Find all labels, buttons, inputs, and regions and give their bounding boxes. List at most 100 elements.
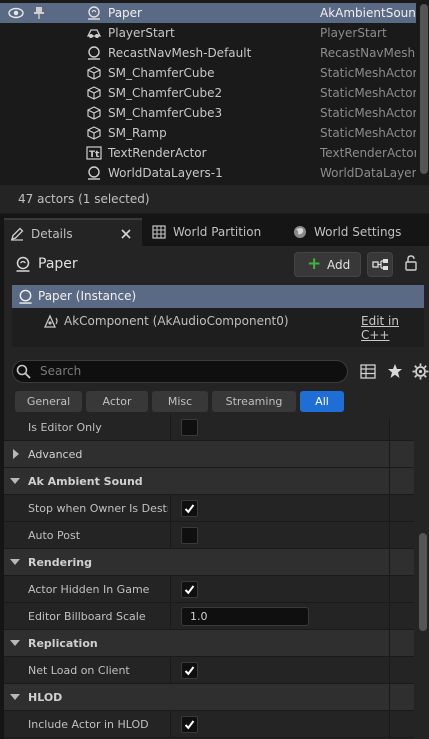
add-component-button[interactable]: + Add [294,252,361,277]
outliner-row-paper[interactable]: Paper AkAmbientSound [0,3,416,23]
tab-world-settings[interactable]: World Settings [287,218,429,246]
column-separator [170,603,171,630]
pin-icon[interactable] [32,6,46,20]
property-label: Stop when Owner Is Destroyed [28,502,168,515]
property-label: Auto Post [28,529,81,542]
lock-icon[interactable] [404,255,418,271]
category-rendering[interactable]: Rendering [4,549,414,576]
outliner-row-name: Paper [108,6,142,20]
plus-icon: + [307,254,322,274]
gear-icon[interactable] [412,363,429,380]
outliner-row-sm-chamfercube2[interactable]: SM_ChamferCube2 StaticMeshActor [0,83,416,103]
tab-details-label: Details [31,227,73,241]
outliner-row-sm-ramp[interactable]: SM_Ramp StaticMeshActor [0,123,416,143]
collapse-arrow-icon [10,694,20,700]
outliner-row-textrenderactor[interactable]: Tt TextRenderActor TextRenderActor [0,143,416,163]
category-ak-ambient-sound[interactable]: Ak Ambient Sound [4,468,414,495]
ambient-sound-icon [19,289,32,304]
column-separator [170,576,171,603]
outliner-row-sm-chamfercube3[interactable]: SM_ChamferCube3 StaticMeshActor [0,103,416,123]
blueprint-button[interactable] [367,252,393,277]
category-hlod[interactable]: HLOD [4,684,414,711]
outliner-row-name: WorldDataLayers-1 [108,166,223,180]
globe-icon [294,226,306,238]
filter-misc[interactable]: Misc [152,391,208,412]
outliner-row-worlddatalayers[interactable]: WorldDataLayers-1 WorldDataLayers [0,163,416,183]
category-advanced[interactable]: Advanced [4,441,414,468]
details-scrollbar[interactable] [419,533,427,631]
property-label: Actor Hidden In Game [28,583,150,596]
filter-all[interactable]: All [300,391,344,412]
outliner-row-recastnavmesh[interactable]: RecastNavMesh-Default RecastNavMesh [0,43,416,63]
outliner-row-playerstart[interactable]: PlayerStart PlayerStart [0,23,416,43]
text-render-icon: Tt [86,146,102,160]
pencil-icon [11,227,24,241]
column-separator [170,495,171,522]
outliner-row-type: StaticMeshActor [320,66,416,80]
property-editor-billboard-scale: Editor Billboard Scale 1.0 [4,603,414,630]
column-separator [170,414,171,441]
outliner-row-name: RecastNavMesh-Default [108,46,252,60]
add-button-label: Add [327,258,351,272]
outliner-row-type: PlayerStart [320,26,387,40]
category-label: HLOD [28,691,63,704]
component-child-label[interactable]: AkComponent (AkAudioComponent0) [64,314,289,328]
actor-name: Paper [38,256,78,272]
tab-world-settings-label: World Settings [314,225,402,239]
category-replication[interactable]: Replication [4,630,414,657]
category-label: Replication [28,637,98,650]
property-label: Is Editor Only [28,421,102,434]
stop-when-owner-checkbox[interactable] [181,500,198,517]
checkmark-icon [184,720,195,730]
collapse-arrow-icon [10,478,20,484]
net-load-checkbox[interactable] [181,662,198,679]
property-label: Include Actor in HLOD [28,718,149,731]
filter-streaming[interactable]: Streaming [212,391,296,412]
property-label: Net Load on Client [28,664,130,677]
tab-world-partition[interactable]: World Partition [146,218,284,246]
outliner-footer: 47 actors (1 selected) [0,185,429,213]
close-icon[interactable] [121,229,131,239]
edit-in-cpp-link[interactable]: Edit in C++ [361,314,429,342]
outliner-row-type: StaticMeshActor [320,126,416,140]
search-input[interactable] [40,362,340,380]
checkmark-icon [184,585,195,595]
table-view-icon[interactable] [360,364,376,379]
property-actor-hidden-in-game: Actor Hidden In Game [4,576,414,603]
blueprint-hierarchy-icon [372,259,388,270]
outliner-row-type: StaticMeshActor [320,86,416,100]
outliner-row-type: WorldDataLayers [320,166,416,180]
column-separator [170,522,171,549]
outliner-scrollbar[interactable] [420,4,428,174]
column-separator [170,711,171,738]
static-mesh-icon [87,126,101,140]
checkmark-icon [184,666,195,676]
property-is-editor-only: Is Editor Only [4,414,414,441]
include-hlod-checkbox[interactable] [181,716,198,733]
world-outliner: Paper AkAmbientSound PlayerStart PlayerS… [0,0,429,214]
is-editor-only-checkbox[interactable] [181,419,198,436]
ambient-sound-icon [16,256,30,272]
filter-actor[interactable]: Actor [86,391,148,412]
outliner-row-type: StaticMeshActor [320,106,416,120]
svg-text:Tt: Tt [89,150,100,160]
billboard-scale-field[interactable]: 1.0 [181,607,309,626]
property-auto-post: Auto Post [4,522,414,549]
auto-post-checkbox[interactable] [181,527,198,544]
outliner-row-name: PlayerStart [108,26,175,40]
eye-icon[interactable] [8,6,24,20]
outliner-row-name: TextRenderActor [108,146,207,160]
outliner-row-name: SM_ChamferCube [108,66,215,80]
collapse-arrow-icon [10,559,20,565]
audio-component-icon [43,314,58,328]
actor-hidden-checkbox[interactable] [181,581,198,598]
star-icon[interactable] [387,363,403,379]
property-net-load-on-client: Net Load on Client [4,657,414,684]
tab-details[interactable]: Details [4,218,142,246]
grid-map-icon [152,225,166,239]
filter-general[interactable]: General [15,391,82,412]
outliner-row-sm-chamfercube[interactable]: SM_ChamferCube StaticMeshActor [0,63,416,83]
category-label: Advanced [28,448,83,461]
category-label: Rendering [28,556,92,569]
actor-count: 47 actors (1 selected) [18,192,150,206]
